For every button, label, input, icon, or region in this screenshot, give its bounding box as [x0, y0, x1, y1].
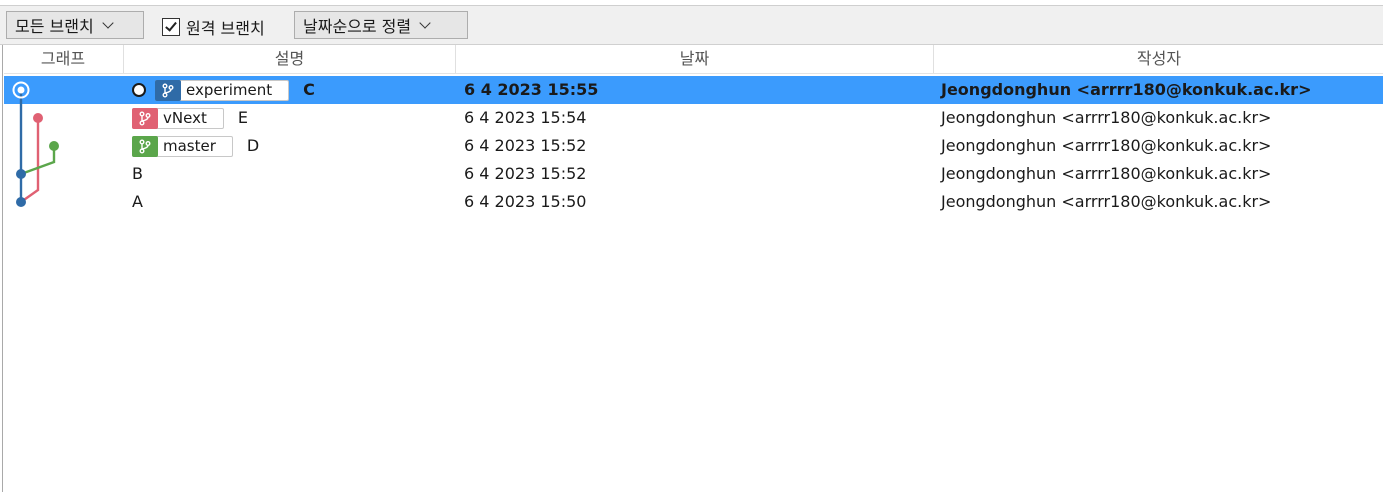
- branch-icon: [155, 79, 181, 101]
- commit-description: B: [132, 160, 143, 188]
- commit-row[interactable]: vNext E 6 4 2023 15:54 Jeongdonghun <arrrr1…: [4, 104, 1383, 132]
- commit-author: Jeongdonghun <arrrr180@konkuk.ac.kr>: [941, 192, 1272, 211]
- graph-node-b: [16, 169, 26, 179]
- branch-filter-dropdown[interactable]: 모든 브랜치: [6, 11, 144, 39]
- branch-label-experiment[interactable]: experiment: [155, 79, 290, 101]
- column-header-graph[interactable]: 그래프: [4, 45, 122, 73]
- commit-row[interactable]: experiment C 6 4 2023 15:55 Jeongdonghun <a…: [4, 76, 1383, 104]
- graph-node-c: [17, 86, 25, 94]
- branch-label-master[interactable]: master: [132, 135, 233, 157]
- commit-date: 6 4 2023 15:55: [464, 80, 599, 99]
- branch-label-vnext[interactable]: vNext: [132, 107, 224, 129]
- commit-row[interactable]: A 6 4 2023 15:50 Jeongdonghun <arrrr180@ko…: [4, 188, 1383, 216]
- chevron-down-icon: [102, 16, 114, 29]
- commit-row[interactable]: master D 6 4 2023 15:52 Jeongdonghun <arrrr…: [4, 132, 1383, 160]
- branch-icon: [132, 135, 158, 157]
- branch-name: vNext: [163, 108, 207, 127]
- remote-branches-checkbox[interactable]: [162, 18, 180, 36]
- graph-node-a: [16, 197, 26, 207]
- sort-order-dropdown[interactable]: 날짜순으로 정렬: [294, 11, 468, 39]
- commit-message: A: [132, 192, 143, 211]
- graph-line-vnext: [20, 118, 40, 203]
- commit-graph: [12, 81, 59, 207]
- commit-date: 6 4 2023 15:52: [464, 164, 587, 183]
- commit-date: 6 4 2023 15:54: [464, 108, 587, 127]
- commit-description: A: [132, 188, 143, 216]
- branch-name: experiment: [186, 80, 273, 99]
- graph-node-d: [49, 141, 59, 151]
- commit-author: Jeongdonghun <arrrr180@konkuk.ac.kr>: [941, 136, 1272, 155]
- commit-row[interactable]: B 6 4 2023 15:52 Jeongdonghun <arrrr180@ko…: [4, 160, 1383, 188]
- commit-author: Jeongdonghun <arrrr180@konkuk.ac.kr>: [941, 108, 1272, 127]
- branch-name: master: [163, 136, 216, 155]
- panel-left-border: [2, 45, 3, 492]
- commit-author: Jeongdonghun <arrrr180@konkuk.ac.kr>: [941, 80, 1312, 99]
- toolbar: 모든 브랜치 원격 브랜치 날짜순으로 정렬: [0, 6, 1383, 45]
- column-header-description[interactable]: 설명: [123, 45, 455, 73]
- remote-branches-label: 원격 브랜치: [186, 19, 265, 38]
- chevron-down-icon: [419, 16, 431, 29]
- sort-order-value: 날짜순으로 정렬: [303, 17, 412, 36]
- column-header: 그래프 설명 날짜 작성자: [4, 45, 1383, 74]
- commit-message: B: [132, 164, 143, 183]
- commit-description: vNext E: [132, 104, 248, 132]
- branch-filter-value: 모든 브랜치: [15, 17, 94, 36]
- branch-icon: [132, 107, 158, 129]
- head-marker-icon: [132, 83, 146, 97]
- column-header-author[interactable]: 작성자: [933, 45, 1383, 73]
- remote-branches-toggle[interactable]: 원격 브랜치: [162, 15, 265, 39]
- commit-description: experiment C: [132, 76, 315, 104]
- commit-message: D: [246, 136, 260, 155]
- commit-message: E: [237, 108, 248, 127]
- commit-description: master D: [132, 132, 259, 160]
- graph-node-e: [33, 113, 43, 123]
- commit-date: 6 4 2023 15:50: [464, 192, 587, 211]
- commit-message: C: [303, 80, 315, 99]
- commit-author: Jeongdonghun <arrrr180@konkuk.ac.kr>: [941, 164, 1272, 183]
- commit-date: 6 4 2023 15:52: [464, 136, 587, 155]
- column-header-date[interactable]: 날짜: [455, 45, 933, 73]
